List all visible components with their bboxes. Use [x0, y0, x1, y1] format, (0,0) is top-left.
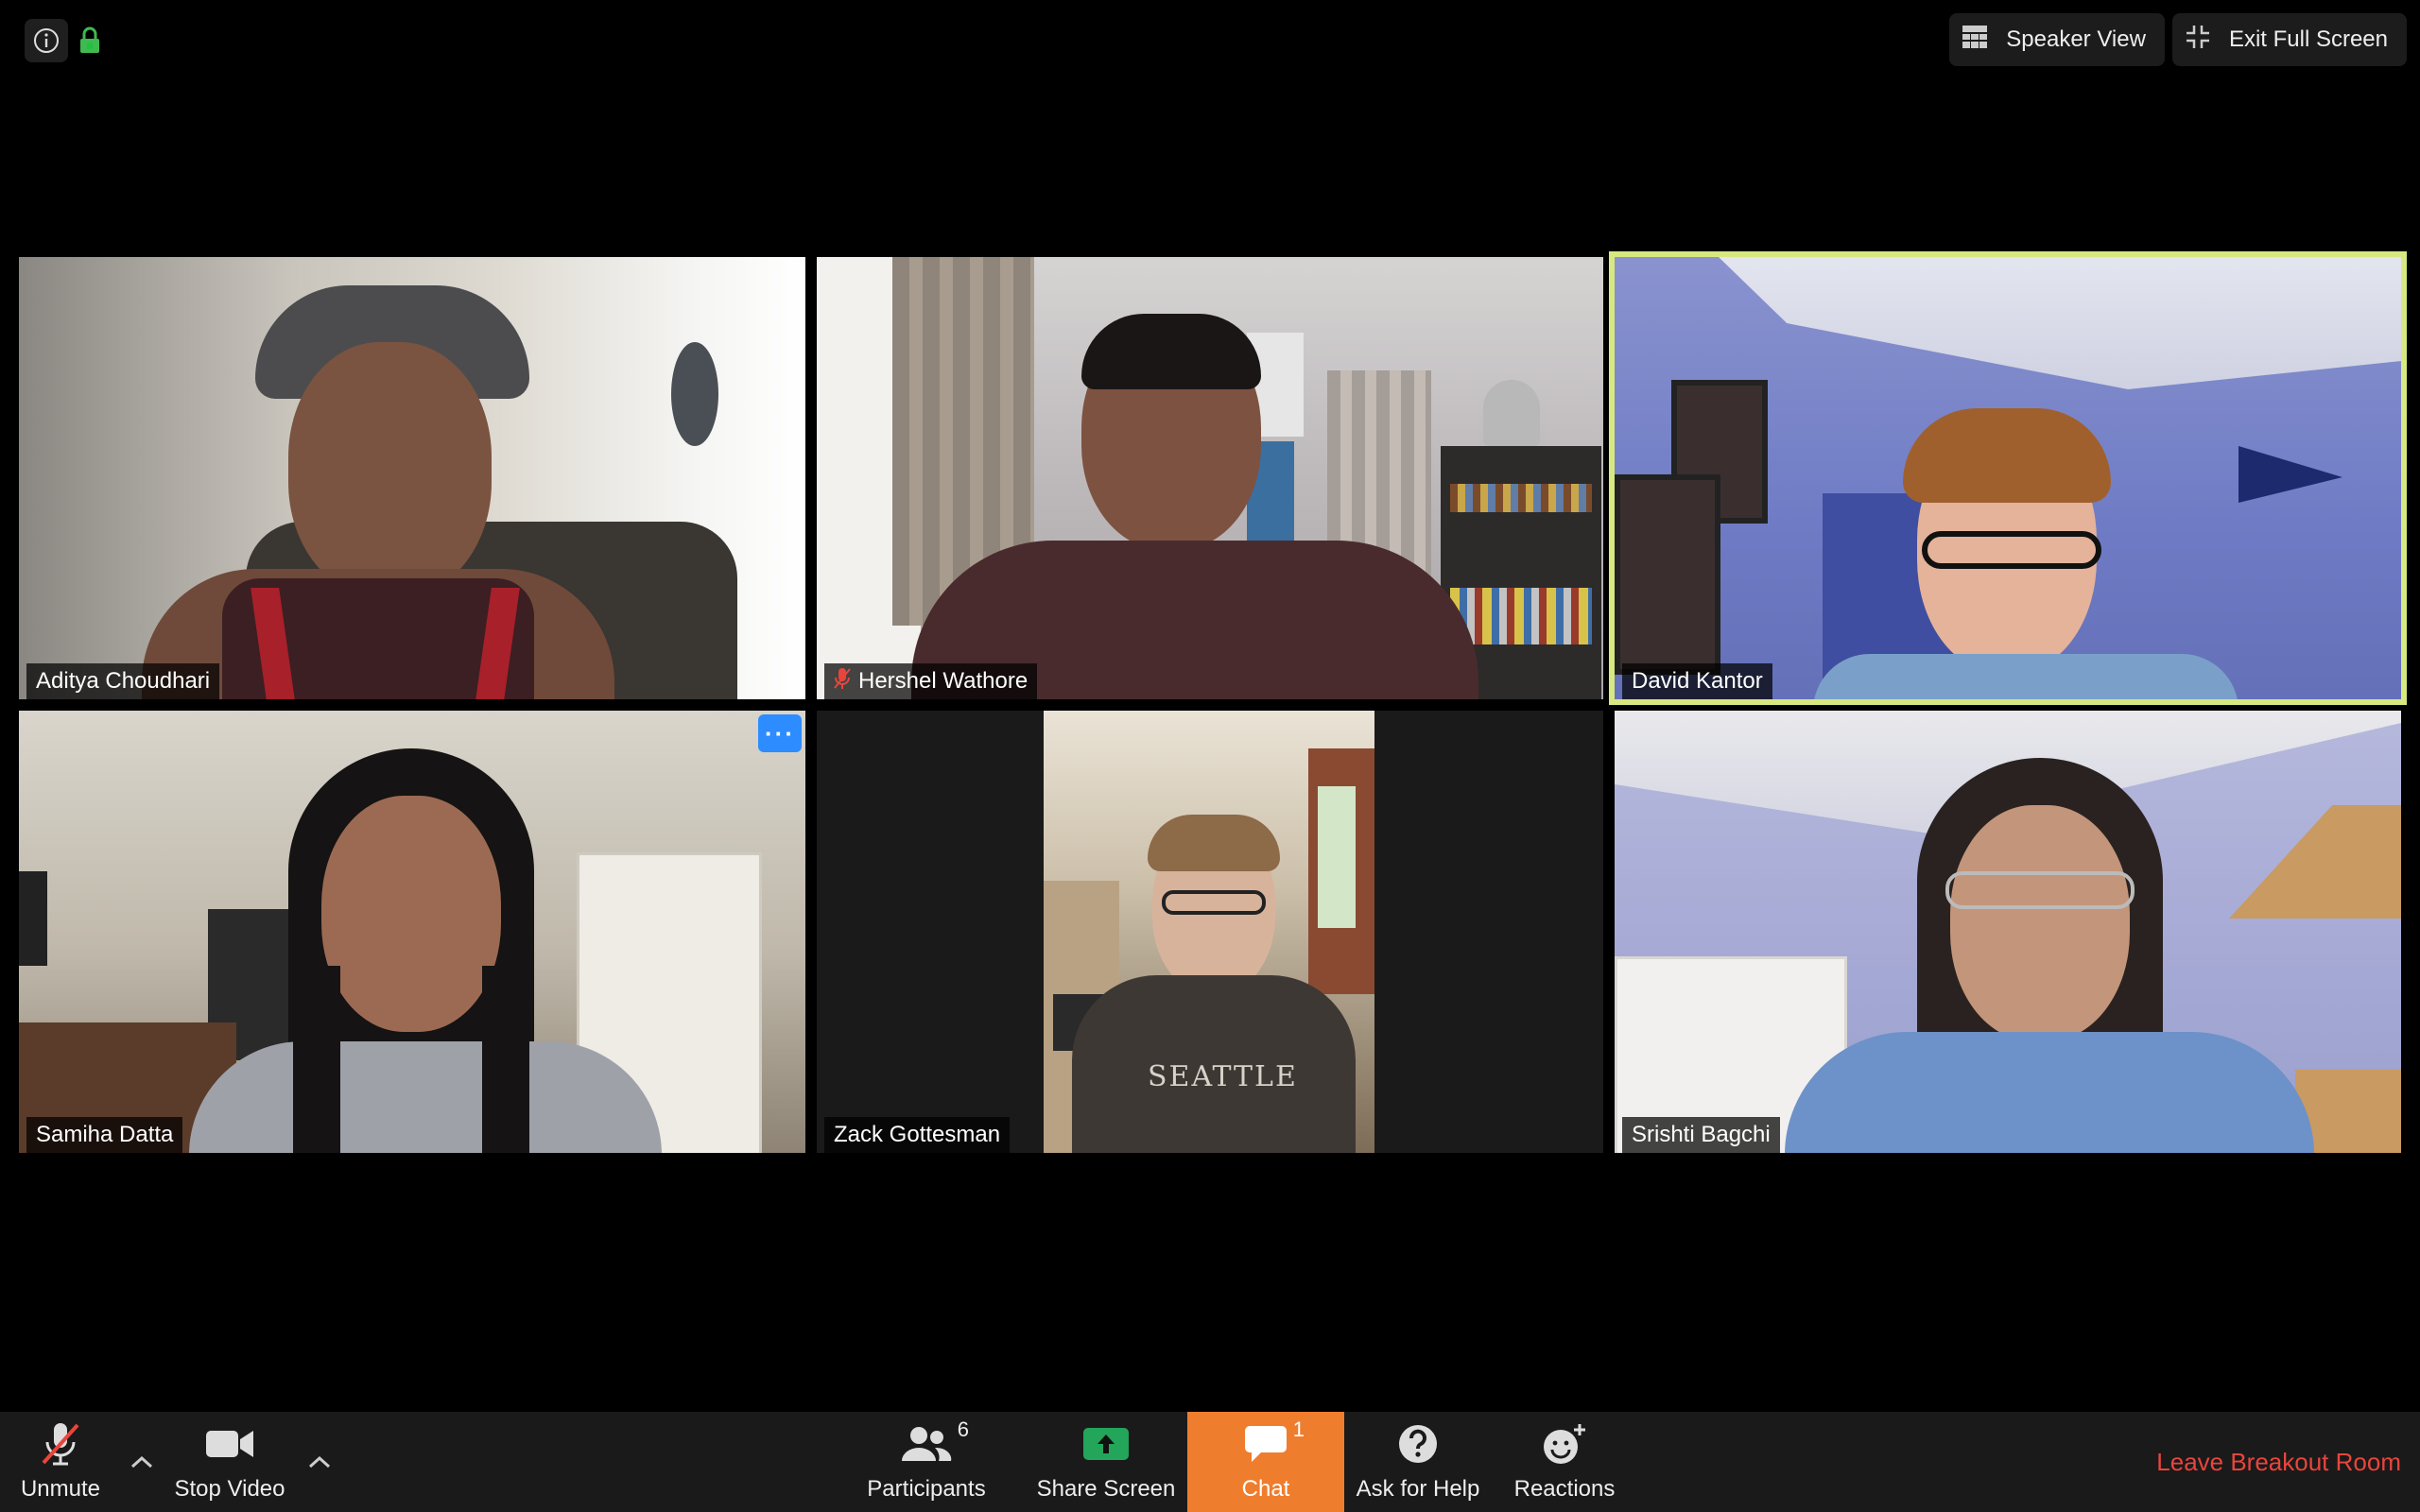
- lock-icon[interactable]: [76, 19, 104, 62]
- name-tag: David Kantor: [1622, 663, 1772, 699]
- participants-count: 6: [957, 1418, 969, 1441]
- name-tag: Hershel Wathore: [824, 663, 1038, 699]
- video-feed: [19, 711, 805, 1153]
- video-feed: [1615, 711, 2401, 1153]
- video-tile-srishti[interactable]: Srishti Bagchi: [1615, 711, 2401, 1153]
- meeting-info-group: [25, 19, 104, 62]
- grid-icon: [1962, 25, 1988, 55]
- exit-full-screen-label: Exit Full Screen: [2228, 26, 2388, 52]
- video-tile-zack[interactable]: SEATTLE Zack Gottesman: [817, 711, 1603, 1153]
- video-tile-david[interactable]: David Kantor: [1609, 251, 2407, 705]
- participant-name: Samiha Datta: [36, 1122, 174, 1147]
- exit-full-screen-button[interactable]: Exit Full Screen: [2171, 13, 2407, 66]
- leave-breakout-room-label: Leave Breakout Room: [2156, 1447, 2401, 1476]
- video-camera-icon: [205, 1418, 254, 1470]
- chat-count: 1: [1292, 1418, 1305, 1441]
- ask-for-help-button[interactable]: Ask for Help: [1352, 1412, 1484, 1512]
- question-icon: [1397, 1418, 1439, 1470]
- chat-button[interactable]: 1 Chat: [1187, 1412, 1344, 1512]
- name-tag: Zack Gottesman: [824, 1117, 1011, 1153]
- reactions-icon: [1542, 1418, 1587, 1470]
- shirt-print: SEATTLE: [1148, 1060, 1298, 1093]
- ask-for-help-label: Ask for Help: [1356, 1476, 1480, 1502]
- chat-bubble-icon: 1: [1244, 1418, 1305, 1470]
- video-feed: [817, 257, 1603, 699]
- participants-label: Participants: [867, 1476, 986, 1502]
- name-tag: Samiha Datta: [26, 1117, 183, 1153]
- name-tag: Srishti Bagchi: [1622, 1117, 1780, 1153]
- info-icon[interactable]: [25, 19, 68, 62]
- video-feed: SEATTLE: [1044, 711, 1374, 1153]
- participants-button[interactable]: 6 Participants: [860, 1412, 993, 1512]
- video-tile-aditya[interactable]: Aditya Choudhari: [19, 257, 805, 699]
- unmute-button[interactable]: Unmute: [13, 1412, 108, 1512]
- video-feed: [19, 257, 805, 699]
- audio-options-caret[interactable]: [123, 1438, 161, 1486]
- participant-name: Hershel Wathore: [858, 668, 1028, 694]
- video-tile-samiha[interactable]: ··· Samiha Datta: [19, 711, 805, 1153]
- mic-muted-icon: [40, 1418, 81, 1470]
- video-tile-hershel[interactable]: Hershel Wathore: [817, 257, 1603, 699]
- leave-breakout-room-button[interactable]: Leave Breakout Room: [2156, 1412, 2401, 1512]
- participant-name: Srishti Bagchi: [1632, 1122, 1771, 1147]
- participant-name: Aditya Choudhari: [36, 668, 211, 694]
- video-feed: [1615, 257, 2401, 699]
- video-options-caret[interactable]: [301, 1438, 338, 1486]
- reactions-label: Reactions: [1513, 1476, 1616, 1502]
- participant-name: Zack Gottesman: [834, 1122, 1001, 1147]
- name-tag: Aditya Choudhari: [26, 663, 220, 699]
- mic-muted-icon: [834, 667, 851, 696]
- unmute-label: Unmute: [20, 1476, 101, 1502]
- share-screen-icon: [1082, 1418, 1130, 1470]
- meeting-toolbar: Unmute Stop Video 6 Participants Share S…: [0, 1412, 2420, 1512]
- reactions-button[interactable]: Reactions: [1503, 1412, 1626, 1512]
- more-options-button[interactable]: ···: [758, 714, 802, 752]
- participants-icon: 6: [901, 1418, 969, 1470]
- exit-fullscreen-icon: [2186, 25, 2210, 56]
- participant-name: David Kantor: [1632, 668, 1763, 694]
- chat-label: Chat: [1241, 1476, 1290, 1502]
- speaker-view-label: Speaker View: [2006, 26, 2146, 52]
- share-screen-label: Share Screen: [1036, 1476, 1176, 1502]
- speaker-view-button[interactable]: Speaker View: [1949, 13, 2165, 66]
- stop-video-button[interactable]: Stop Video: [168, 1412, 291, 1512]
- stop-video-label: Stop Video: [174, 1476, 285, 1502]
- share-screen-button[interactable]: Share Screen: [1030, 1412, 1182, 1512]
